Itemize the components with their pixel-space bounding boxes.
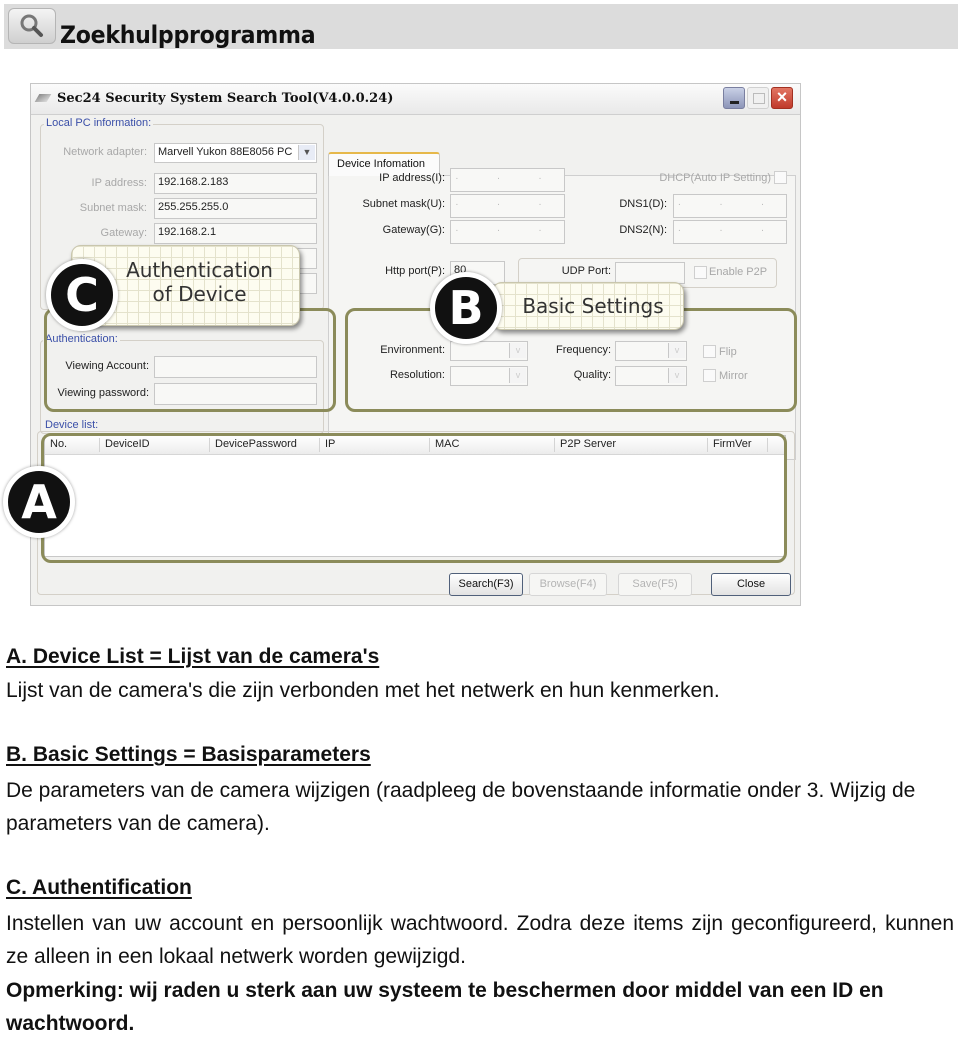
section-title: Zoekhulpprogramma <box>60 21 316 49</box>
window-title: Sec24 Security System Search Tool(V4.0.0… <box>57 91 394 106</box>
device-list-group-label: Device list: <box>43 419 101 431</box>
dhcp-checkbox[interactable] <box>774 171 787 184</box>
udp-port-label: UDP Port: <box>561 265 611 277</box>
dns1-label: DNS1(D): <box>619 198 667 210</box>
section-b-heading: B. Basic Settings = Basisparameters <box>6 743 371 766</box>
device-gateway-label: Gateway(G): <box>382 224 445 236</box>
minimize-button[interactable] <box>723 87 745 109</box>
enable-p2p-checkbox[interactable] <box>694 266 707 279</box>
section-c-note: Opmerking: wij raden u sterk aan uw syst… <box>6 979 884 1035</box>
badge-b: B <box>430 272 502 344</box>
dns2-input[interactable]: . . . <box>673 220 787 244</box>
callout-authentication-line2: of Device <box>152 282 247 306</box>
dns1-input[interactable]: . . . <box>673 194 787 218</box>
device-subnet-input[interactable]: . . . <box>450 194 565 218</box>
badge-a: A <box>3 466 75 538</box>
search-button[interactable]: Search(F3) <box>449 573 523 596</box>
callout-authentication-line1: Authentication <box>126 258 273 282</box>
badge-c: C <box>46 259 118 331</box>
dhcp-label: DHCP(Auto IP Setting) <box>659 172 771 184</box>
network-adapter-label: Network adapter: <box>63 146 147 158</box>
callout-basic-settings-text: Basic Settings <box>522 294 664 318</box>
window-titlebar: Sec24 Security System Search Tool(V4.0.0… <box>31 84 800 115</box>
device-ip-input[interactable]: . . . <box>450 168 565 192</box>
save-button[interactable]: Save(F5) <box>618 573 692 596</box>
section-c-heading: C. Authentification <box>6 876 192 899</box>
section-header: Zoekhulpprogramma <box>4 4 958 49</box>
device-ip-label: IP address(I): <box>379 172 445 184</box>
local-subnet-label: Subnet mask: <box>79 202 147 214</box>
udp-port-input[interactable] <box>615 262 685 284</box>
close-button[interactable]: Close <box>711 573 791 596</box>
magnifier-icon <box>8 8 56 44</box>
local-gateway-field[interactable]: 192.168.2.1 <box>154 223 317 244</box>
section-a-body: Lijst van de camera's die zijn verbonden… <box>6 679 720 702</box>
section-a-heading: A. Device List = Lijst van de camera's <box>6 645 380 668</box>
chevron-down-icon: ▼ <box>298 145 315 160</box>
device-subnet-label: Subnet mask(U): <box>362 198 445 210</box>
http-port-label: Http port(P): <box>385 265 445 277</box>
highlight-device-list <box>41 433 787 563</box>
local-ip-field[interactable]: 192.168.2.183 <box>154 173 317 194</box>
section-b-body: De parameters van de camera wijzigen (ra… <box>6 779 916 835</box>
network-adapter-select[interactable]: Marvell Yukon 88E8056 PC ▼ <box>154 143 317 163</box>
device-gateway-input[interactable]: . . . <box>450 220 565 244</box>
local-ip-label: IP address: <box>91 177 147 189</box>
browse-button[interactable]: Browse(F4) <box>529 573 607 596</box>
maximize-button[interactable] <box>747 87 769 109</box>
dns2-label: DNS2(N): <box>619 224 667 236</box>
network-adapter-value: Marvell Yukon 88E8056 PC <box>158 146 293 158</box>
callout-basic-settings: Basic Settings <box>492 282 684 330</box>
local-pc-group-label: Local PC information: <box>44 117 154 129</box>
app-icon <box>34 94 52 102</box>
local-gateway-label: Gateway: <box>100 227 147 239</box>
close-window-button[interactable]: × <box>771 87 793 109</box>
enable-p2p-label: Enable P2P <box>709 266 768 278</box>
local-subnet-field[interactable]: 255.255.255.0 <box>154 198 317 219</box>
section-c-body: Instellen van uw account en persoonlijk … <box>6 912 954 968</box>
